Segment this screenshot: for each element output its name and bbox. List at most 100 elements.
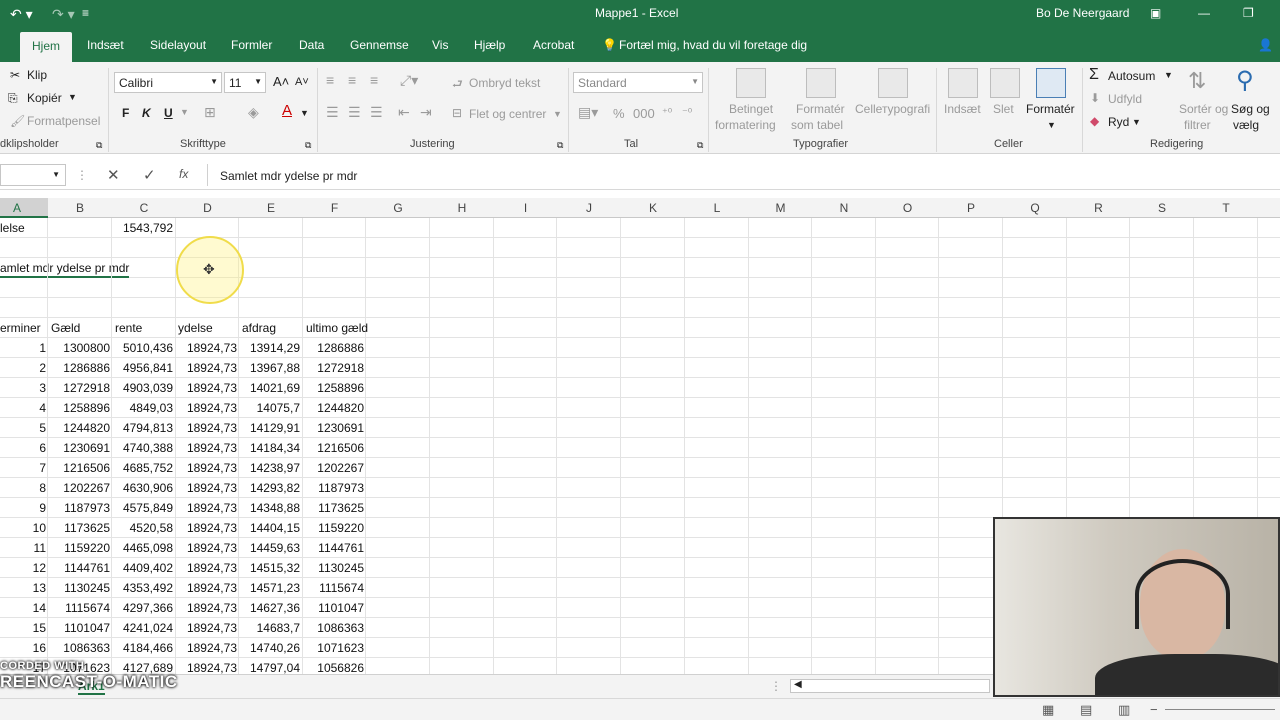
cell-c1[interactable]: 1543,792 — [112, 218, 173, 238]
column-header-k[interactable]: K — [621, 201, 685, 215]
format-cells-dropdown-icon[interactable]: ▼ — [1047, 120, 1056, 130]
minimize-icon[interactable]: — — [1198, 6, 1210, 20]
underline-button[interactable]: U — [164, 106, 173, 120]
table-cell[interactable]: 1056826 — [303, 658, 364, 674]
table-cell[interactable]: 18924,73 — [176, 458, 237, 478]
align-top-icon[interactable]: ≡ — [326, 72, 334, 88]
column-header-d[interactable]: D — [176, 201, 239, 215]
table-cell[interactable]: 18924,73 — [176, 358, 237, 378]
table-cell[interactable]: 1101047 — [303, 598, 364, 618]
table-cell[interactable]: 1286886 — [49, 358, 110, 378]
table-cell[interactable]: 1202267 — [49, 478, 110, 498]
comma-style-icon[interactable]: 000 — [633, 106, 655, 121]
table-cell[interactable]: 2 — [0, 358, 46, 378]
table-cell[interactable]: 18924,73 — [176, 338, 237, 358]
delete-cells-button[interactable]: Slet — [993, 102, 1014, 116]
share-icon[interactable]: 👤 — [1258, 38, 1273, 52]
number-format-select[interactable]: Standard ▼ — [573, 72, 703, 93]
table-cell[interactable]: 1 — [0, 338, 46, 358]
tab-hjaelp[interactable]: Hjælp — [474, 38, 505, 52]
table-cell[interactable]: 13 — [0, 578, 46, 598]
merge-center-button[interactable]: Flet og centrer — [469, 107, 546, 121]
table-cell[interactable]: 1258896 — [303, 378, 364, 398]
table-cell[interactable]: 14571,23 — [239, 578, 300, 598]
table-cell[interactable]: 4353,492 — [112, 578, 173, 598]
ribbon-display-icon[interactable]: ▣ — [1150, 6, 1161, 20]
font-color-dropdown-icon[interactable]: ▼ — [300, 108, 309, 118]
normal-view-icon[interactable]: ▦ — [1042, 702, 1054, 718]
column-header-m[interactable]: M — [749, 201, 812, 215]
tab-vis[interactable]: Vis — [432, 38, 448, 52]
align-right-icon[interactable]: ☰ — [370, 104, 383, 121]
tab-gennemse[interactable]: Gennemse — [350, 38, 409, 52]
table-cell[interactable]: 15 — [0, 618, 46, 638]
page-break-icon[interactable]: ▥ — [1118, 702, 1130, 718]
autosum-button[interactable]: Autosum — [1108, 69, 1155, 83]
table-cell[interactable]: 10 — [0, 518, 46, 538]
tab-indsaet[interactable]: Indsæt — [87, 38, 124, 52]
table-cell[interactable]: 3 — [0, 378, 46, 398]
table-cell[interactable]: 14459,63 — [239, 538, 300, 558]
table-cell[interactable]: 1144761 — [49, 558, 110, 578]
table-cell[interactable]: 18924,73 — [176, 438, 237, 458]
table-cell[interactable]: 1159220 — [49, 538, 110, 558]
table-cell[interactable]: 1071623 — [303, 638, 364, 658]
format-cells-button[interactable]: Formatér — [1026, 102, 1075, 116]
orientation-icon[interactable]: ⤢▾ — [400, 72, 418, 89]
table-cell[interactable]: 18924,73 — [176, 658, 237, 674]
table-cell[interactable]: 5010,436 — [112, 338, 173, 358]
table-cell[interactable]: 4409,402 — [112, 558, 173, 578]
clear-dropdown-icon[interactable]: ▼ — [1132, 117, 1141, 127]
format-as-table-button[interactable]: Formatér — [796, 102, 845, 116]
table-cell[interactable]: 13914,29 — [239, 338, 300, 358]
align-center-icon[interactable]: ☰ — [348, 104, 361, 121]
font-color-icon[interactable]: A — [282, 102, 292, 119]
formula-input[interactable]: Samlet mdr ydelse pr mdr — [207, 164, 1280, 186]
table-cell[interactable]: 1115674 — [303, 578, 364, 598]
table-cell[interactable]: 18924,73 — [176, 598, 237, 618]
table-cell[interactable]: 18924,73 — [176, 578, 237, 598]
table-cell[interactable]: 16 — [0, 638, 46, 658]
increase-indent-icon[interactable]: ⇥ — [420, 104, 432, 121]
table-cell[interactable]: 1086363 — [303, 618, 364, 638]
table-cell[interactable]: 1300800 — [49, 338, 110, 358]
tab-sidelayout[interactable]: Sidelayout — [150, 38, 206, 52]
column-header-g[interactable]: G — [366, 201, 430, 215]
cell-a3[interactable]: amlet mdr ydelse pr mdr — [0, 258, 130, 278]
tab-data[interactable]: Data — [299, 38, 324, 52]
table-cell[interactable]: 18924,73 — [176, 538, 237, 558]
tab-hjem[interactable]: Hjem — [20, 32, 73, 62]
tab-acrobat[interactable]: Acrobat — [533, 38, 574, 52]
font-launcher-icon[interactable]: ⧉ — [305, 140, 311, 151]
insert-cells-button[interactable]: Indsæt — [944, 102, 981, 116]
table-cell[interactable]: 14627,36 — [239, 598, 300, 618]
table-cell[interactable]: 14184,34 — [239, 438, 300, 458]
table-cell[interactable]: 1159220 — [303, 518, 364, 538]
table-cell[interactable]: 18924,73 — [176, 618, 237, 638]
table-cell[interactable]: 1115674 — [49, 598, 110, 618]
table-cell[interactable]: 1230691 — [49, 438, 110, 458]
table-cell[interactable]: 14797,04 — [239, 658, 300, 674]
insert-function-button[interactable]: fx — [179, 167, 188, 181]
table-cell[interactable]: 1130245 — [303, 558, 364, 578]
column-header-o[interactable]: O — [876, 201, 939, 215]
column-header-h[interactable]: H — [430, 201, 494, 215]
column-header-c[interactable]: C — [112, 201, 176, 215]
sort-filter-button-line2[interactable]: filtrer — [1184, 118, 1211, 132]
table-cell[interactable]: 4297,366 — [112, 598, 173, 618]
table-cell[interactable]: 1187973 — [303, 478, 364, 498]
table-cell[interactable]: 1173625 — [303, 498, 364, 518]
decrease-indent-icon[interactable]: ⇤ — [398, 104, 410, 121]
table-cell[interactable]: 14293,82 — [239, 478, 300, 498]
accounting-format-icon[interactable]: ▤▾ — [578, 104, 598, 121]
table-cell[interactable]: 1187973 — [49, 498, 110, 518]
table-cell[interactable]: 18924,73 — [176, 398, 237, 418]
table-cell[interactable]: 14021,69 — [239, 378, 300, 398]
align-middle-icon[interactable]: ≡ — [348, 72, 356, 88]
table-cell[interactable]: 14683,7 — [239, 618, 300, 638]
column-header-s[interactable]: S — [1130, 201, 1194, 215]
table-header-cell[interactable]: afdrag — [242, 318, 276, 338]
table-cell[interactable]: 4184,466 — [112, 638, 173, 658]
table-header-cell[interactable]: rente — [115, 318, 142, 338]
table-cell[interactable]: 18924,73 — [176, 518, 237, 538]
